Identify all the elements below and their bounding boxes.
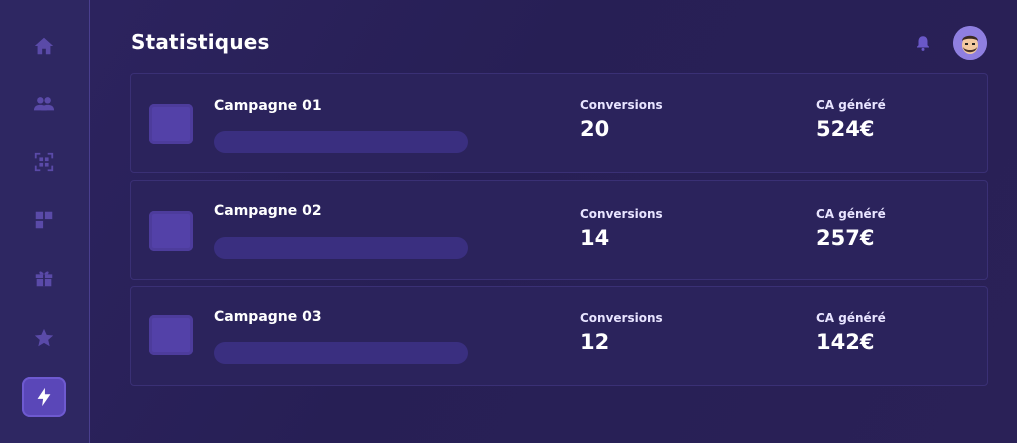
revenue-label: CA généré <box>816 98 886 112</box>
campaign-name: Campagne 03 <box>214 309 322 325</box>
nav-campaigns[interactable] <box>22 377 66 417</box>
sidebar <box>0 0 90 443</box>
conversions-label: Conversions <box>580 98 663 112</box>
page-title: Statistiques <box>131 30 270 54</box>
star-icon <box>34 328 54 347</box>
avatar[interactable] <box>953 26 987 60</box>
dashboard-icon <box>35 211 53 229</box>
conversions-label: Conversions <box>580 311 663 325</box>
revenue-label: CA généré <box>816 207 886 221</box>
bell-icon <box>917 36 929 51</box>
notifications-button[interactable] <box>913 33 933 53</box>
scan-icon <box>34 152 54 172</box>
conversions-value: 12 <box>580 330 610 354</box>
conversions-label: Conversions <box>580 207 663 221</box>
nav-favorites[interactable] <box>22 318 66 358</box>
campaign-progress-bar <box>214 131 468 153</box>
campaign-card[interactable]: Campagne 01 Conversions 20 CA généré 524… <box>130 73 988 173</box>
campaign-card[interactable]: Campagne 03 Conversions 12 CA généré 142… <box>130 286 988 386</box>
campaign-thumbnail <box>149 211 193 251</box>
campaign-thumbnail <box>149 104 193 144</box>
campaign-card[interactable]: Campagne 02 Conversions 14 CA généré 257… <box>130 180 988 280</box>
revenue-value: 142€ <box>816 330 875 354</box>
revenue-label: CA généré <box>816 311 886 325</box>
campaign-name: Campagne 02 <box>214 203 322 219</box>
campaign-thumbnail <box>149 315 193 355</box>
users-icon <box>33 97 55 111</box>
nav-scan[interactable] <box>22 142 66 182</box>
revenue-value: 257€ <box>816 226 875 250</box>
nav-dashboard[interactable] <box>22 200 66 240</box>
nav-gift[interactable] <box>22 258 66 298</box>
campaign-name: Campagne 01 <box>214 98 322 114</box>
lightning-icon <box>37 387 51 407</box>
conversions-value: 14 <box>580 226 610 250</box>
gift-icon <box>35 271 53 287</box>
nav-home[interactable] <box>22 26 66 66</box>
user-avatar-icon <box>953 26 987 60</box>
home-icon <box>34 37 54 55</box>
nav-users[interactable] <box>22 84 66 124</box>
revenue-value: 524€ <box>816 117 875 141</box>
conversions-value: 20 <box>580 117 610 141</box>
campaign-progress-bar <box>214 342 468 364</box>
campaign-progress-bar <box>214 237 468 259</box>
